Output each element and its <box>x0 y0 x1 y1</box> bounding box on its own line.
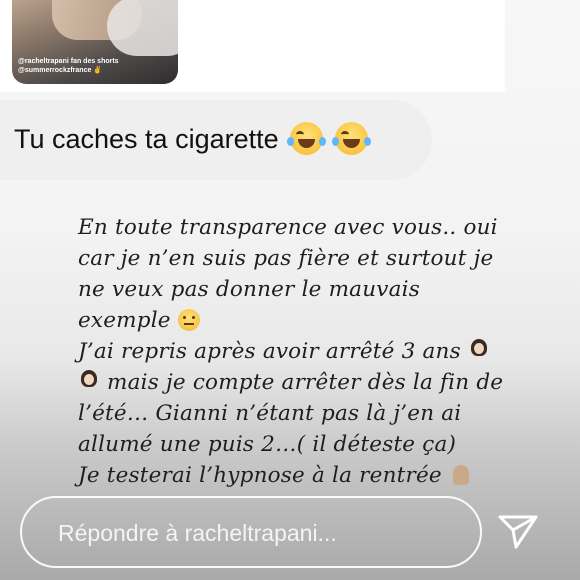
story-view: @racheltrapani fan des shorts @summerroc… <box>0 0 580 580</box>
message-line: car je n’en suis pas fière et surtout je <box>78 246 494 271</box>
message-line: exemple <box>78 308 171 333</box>
reply-message-text: Tu caches ta cigarette <box>14 124 279 154</box>
message-line-with-emoji: Je testerai l’hypnose à la rentrée <box>78 460 498 491</box>
reply-input-placeholder: Répondre à racheltrapani... <box>58 520 337 546</box>
woman-facepalming-icon <box>78 370 100 394</box>
face-with-tears-of-joy-icon <box>287 122 327 155</box>
face-with-tears-of-joy-icon <box>331 122 371 155</box>
woman-facepalming-icon <box>468 339 490 363</box>
story-text-message: En toute transparence avec vous.. oui ca… <box>78 212 503 491</box>
quoted-story-area: @racheltrapani fan des shorts @summerroc… <box>0 0 505 92</box>
thumbnail-caption-line: @summerrockzfrance ✌ <box>18 67 103 74</box>
reply-bubble-content: Tu caches ta cigarette <box>14 122 371 155</box>
message-line: Je testerai l’hypnose à la rentrée <box>78 463 442 488</box>
thumbnail-caption-line: @racheltrapani fan des shorts <box>18 58 119 65</box>
folded-hands-icon <box>449 463 473 487</box>
send-icon[interactable] <box>496 511 540 551</box>
message-line-with-emoji: exemple <box>78 305 498 336</box>
message-line: En toute transparence avec vous.. oui <box>78 215 498 240</box>
thumbnail-shirt-image <box>107 0 178 56</box>
message-line-with-emoji: mais je compte arrêter dès la fin de <box>78 367 503 398</box>
thumbnail-caption: @racheltrapani fan des shorts @summerroc… <box>18 57 168 75</box>
message-line: allumé une puis 2…( il déteste ça) <box>78 432 457 457</box>
message-line: ne veux pas donner le mauvais <box>78 277 420 302</box>
neutral-face-icon <box>177 309 200 331</box>
message-line-with-emoji: J’ai repris après avoir arrêté 3 ans <box>78 336 498 367</box>
message-line: l’été… Gianni n’étant pas là j’en ai <box>78 401 462 426</box>
message-line: mais je compte arrêter dès la fin de <box>107 370 504 395</box>
message-line: J’ai repris après avoir arrêté 3 ans <box>78 339 461 364</box>
